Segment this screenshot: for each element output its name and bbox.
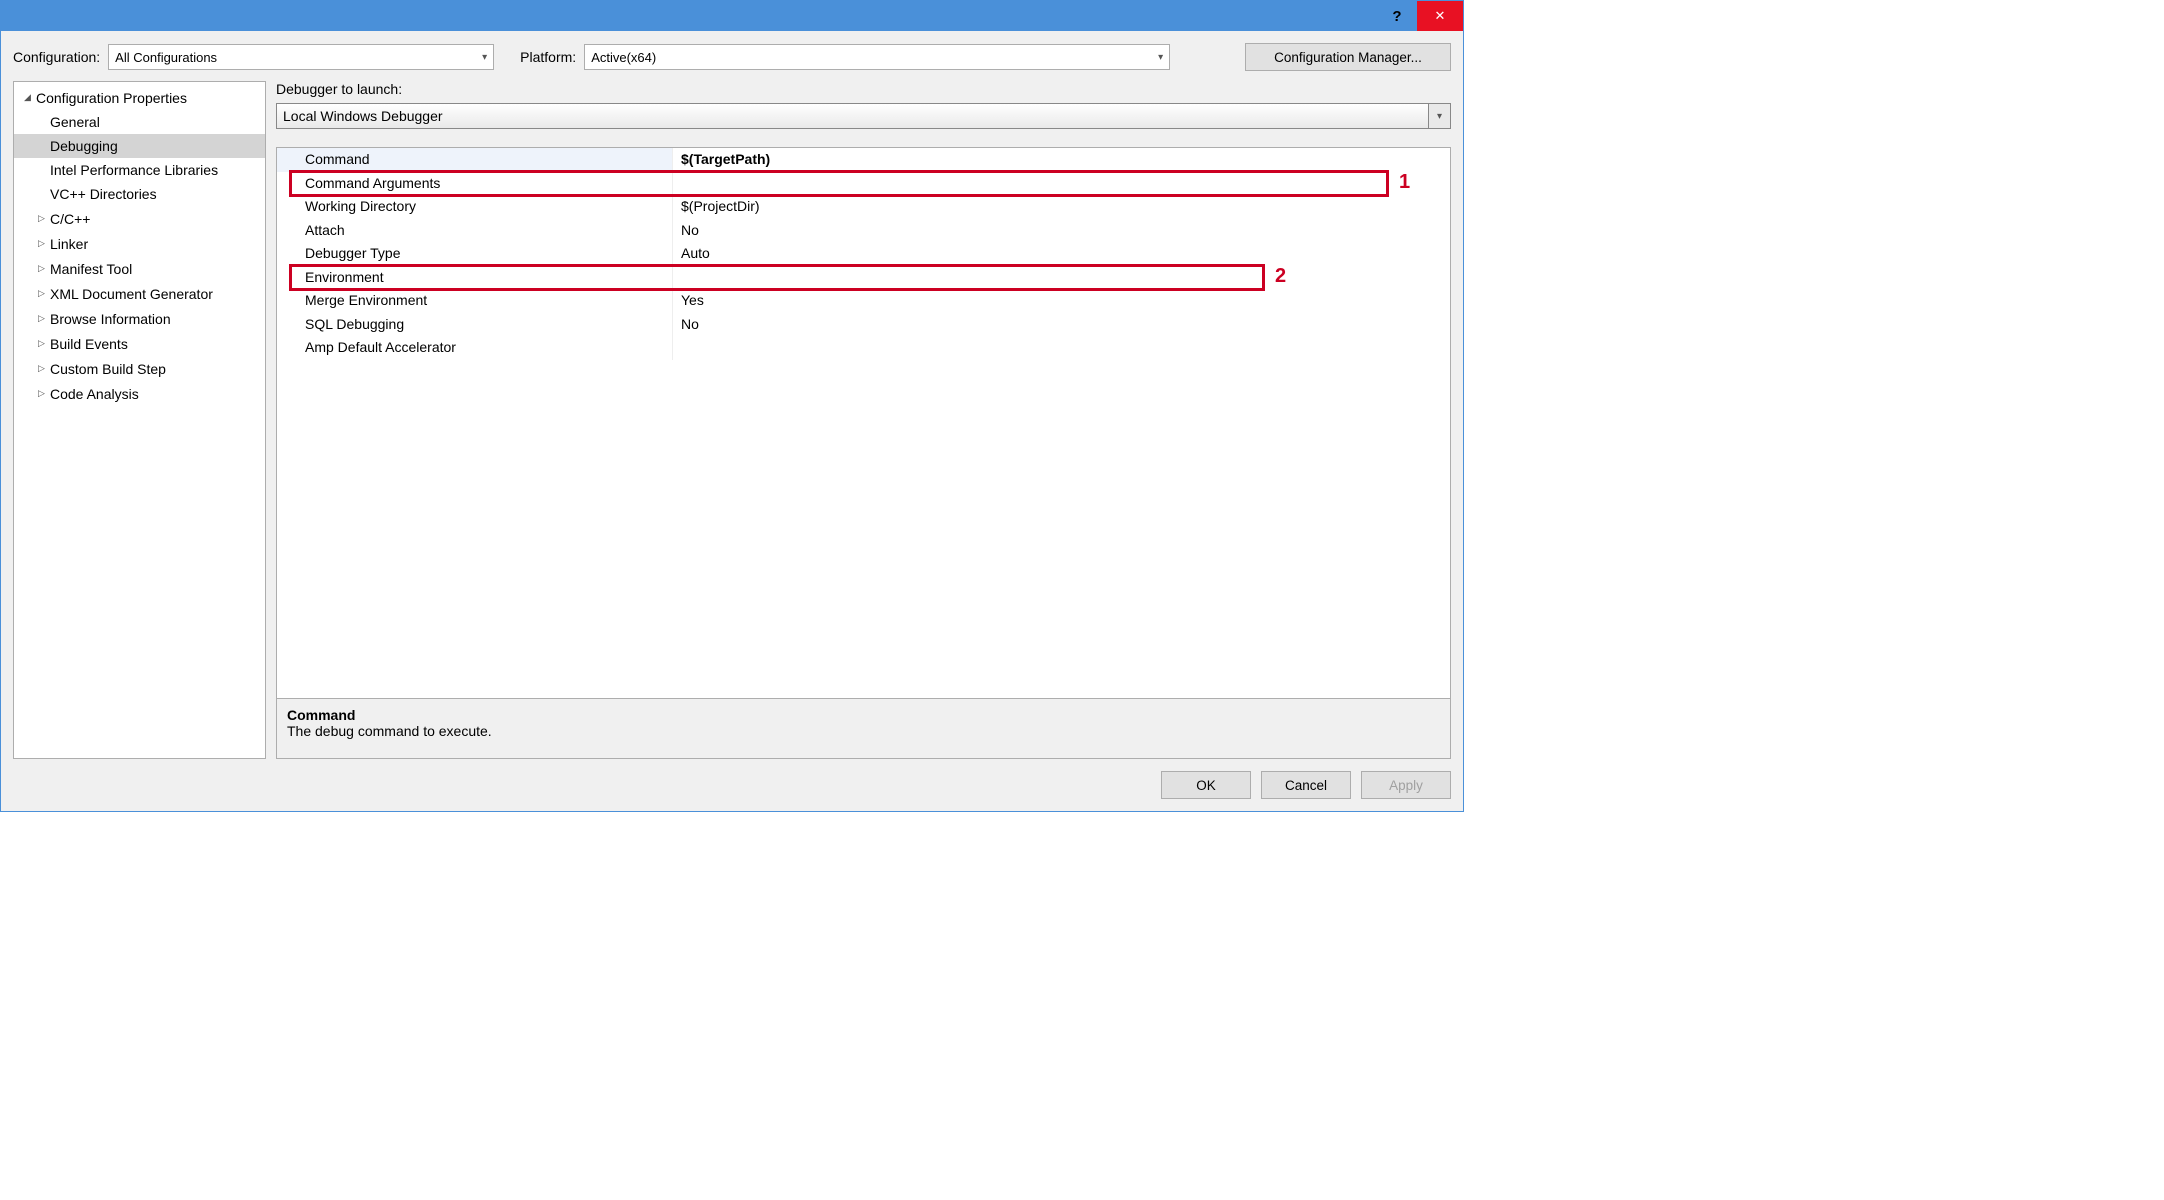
- prop-value[interactable]: Yes: [673, 289, 1450, 313]
- prop-value[interactable]: $(ProjectDir): [673, 195, 1450, 219]
- configuration-value: All Configurations: [115, 50, 217, 65]
- platform-label: Platform:: [520, 49, 576, 65]
- prop-value[interactable]: No: [673, 219, 1450, 243]
- expand-icon: [38, 358, 50, 379]
- prop-value[interactable]: [673, 336, 1450, 360]
- right-pane: Debugger to launch: Local Windows Debugg…: [276, 81, 1451, 759]
- debugger-launch-combo[interactable]: Local Windows Debugger: [276, 103, 1429, 129]
- prop-row-command[interactable]: Command$(TargetPath): [277, 148, 1450, 172]
- tree-item-label: Linker: [50, 234, 88, 254]
- prop-value[interactable]: $(TargetPath): [673, 148, 1450, 172]
- prop-row-amp-default-accelerator[interactable]: Amp Default Accelerator: [277, 336, 1450, 360]
- button-row: OK Cancel Apply: [13, 771, 1451, 799]
- callout-number-2: 2: [1275, 265, 1286, 288]
- configuration-label: Configuration:: [13, 49, 100, 65]
- tree-item-debugging[interactable]: Debugging: [14, 134, 265, 158]
- prop-row-working-directory[interactable]: Working Directory$(ProjectDir): [277, 195, 1450, 219]
- tree-item-label: Intel Performance Libraries: [50, 160, 218, 180]
- main-row: Configuration Properties General Debuggin…: [13, 81, 1451, 759]
- configuration-combo[interactable]: All Configurations ▾: [108, 44, 494, 70]
- prop-row-merge-environment[interactable]: Merge EnvironmentYes: [277, 289, 1450, 313]
- prop-row-sql-debugging[interactable]: SQL DebuggingNo: [277, 313, 1450, 337]
- close-icon: ✕: [1435, 8, 1446, 24]
- tree-item-xml-document-generator[interactable]: XML Document Generator: [14, 281, 265, 306]
- description-text: The debug command to execute.: [287, 723, 1440, 739]
- tree-item-browse-information[interactable]: Browse Information: [14, 306, 265, 331]
- prop-row-debugger-type[interactable]: Debugger TypeAuto: [277, 242, 1450, 266]
- tree-item-linker[interactable]: Linker: [14, 231, 265, 256]
- close-button[interactable]: ✕: [1417, 1, 1463, 31]
- tree-item-label: Build Events: [50, 334, 128, 354]
- prop-name: Attach: [277, 219, 673, 243]
- prop-row-attach[interactable]: AttachNo: [277, 219, 1450, 243]
- prop-value[interactable]: [673, 266, 1450, 290]
- chevron-down-icon: ▾: [482, 52, 487, 63]
- debugger-launch-value: Local Windows Debugger: [283, 108, 443, 124]
- top-row: Configuration: All Configurations ▾ Plat…: [13, 43, 1451, 71]
- expand-icon: [38, 283, 50, 304]
- tree-item-custom-build-step[interactable]: Custom Build Step: [14, 356, 265, 381]
- description-pane: Command The debug command to execute.: [277, 698, 1450, 758]
- ok-button[interactable]: OK: [1161, 771, 1251, 799]
- prop-name: Environment: [277, 266, 673, 290]
- prop-value[interactable]: [673, 172, 1450, 196]
- platform-combo[interactable]: Active(x64) ▾: [584, 44, 1170, 70]
- tree-item-code-analysis[interactable]: Code Analysis: [14, 381, 265, 406]
- tree-item-build-events[interactable]: Build Events: [14, 331, 265, 356]
- prop-name: Merge Environment: [277, 289, 673, 313]
- tree-item-manifest-tool[interactable]: Manifest Tool: [14, 256, 265, 281]
- property-pages-dialog: ? ✕ Configuration: All Configurations ▾ …: [0, 0, 1464, 812]
- tree-item-vc-directories[interactable]: VC++ Directories: [14, 182, 265, 206]
- expand-icon: [38, 258, 50, 279]
- debugger-launch-label: Debugger to launch:: [276, 81, 1451, 97]
- tree-item-label: VC++ Directories: [50, 184, 157, 204]
- dialog-body: Configuration: All Configurations ▾ Plat…: [1, 31, 1463, 811]
- chevron-down-icon: ▾: [1437, 111, 1442, 122]
- prop-name: Command: [277, 148, 673, 172]
- prop-name: SQL Debugging: [277, 313, 673, 337]
- debugger-launch-dropdown-button[interactable]: ▾: [1429, 103, 1451, 129]
- platform-value: Active(x64): [591, 50, 656, 65]
- cancel-button[interactable]: Cancel: [1261, 771, 1351, 799]
- prop-value[interactable]: No: [673, 313, 1450, 337]
- tree-item-label: C/C++: [50, 209, 90, 229]
- help-button[interactable]: ?: [1377, 1, 1417, 31]
- expand-icon: [38, 233, 50, 254]
- tree-item-general[interactable]: General: [14, 110, 265, 134]
- property-grid: Command$(TargetPath)Command ArgumentsWor…: [276, 147, 1451, 759]
- tree-item-label: Browse Information: [50, 309, 171, 329]
- tree-item-label: General: [50, 112, 100, 132]
- expand-icon: [38, 383, 50, 404]
- description-title: Command: [287, 707, 1440, 723]
- tree-pane[interactable]: Configuration Properties General Debuggin…: [13, 81, 266, 759]
- tree-root[interactable]: Configuration Properties: [14, 85, 265, 110]
- tree-item-intel-performance-libraries[interactable]: Intel Performance Libraries: [14, 158, 265, 182]
- property-grid-rows[interactable]: Command$(TargetPath)Command ArgumentsWor…: [277, 148, 1450, 698]
- prop-name: Amp Default Accelerator: [277, 336, 673, 360]
- apply-button[interactable]: Apply: [1361, 771, 1451, 799]
- prop-name: Debugger Type: [277, 242, 673, 266]
- expand-icon: [24, 87, 36, 108]
- expand-icon: [38, 308, 50, 329]
- expand-icon: [38, 333, 50, 354]
- prop-value[interactable]: Auto: [673, 242, 1450, 266]
- titlebar: ? ✕: [1, 1, 1463, 31]
- expand-icon: [38, 208, 50, 229]
- prop-name: Command Arguments: [277, 172, 673, 196]
- debugger-launch-row: Local Windows Debugger ▾: [276, 103, 1451, 129]
- callout-number-1: 1: [1399, 171, 1410, 194]
- configuration-manager-button[interactable]: Configuration Manager...: [1245, 43, 1451, 71]
- tree-item-c-c-[interactable]: C/C++: [14, 206, 265, 231]
- prop-row-command-arguments[interactable]: Command Arguments: [277, 172, 1450, 196]
- tree-item-label: Debugging: [50, 136, 118, 156]
- tree-item-label: XML Document Generator: [50, 284, 213, 304]
- tree-root-label: Configuration Properties: [36, 88, 187, 108]
- chevron-down-icon: ▾: [1158, 52, 1163, 63]
- tree-item-label: Manifest Tool: [50, 259, 132, 279]
- prop-name: Working Directory: [277, 195, 673, 219]
- tree-item-label: Custom Build Step: [50, 359, 166, 379]
- tree-item-label: Code Analysis: [50, 384, 139, 404]
